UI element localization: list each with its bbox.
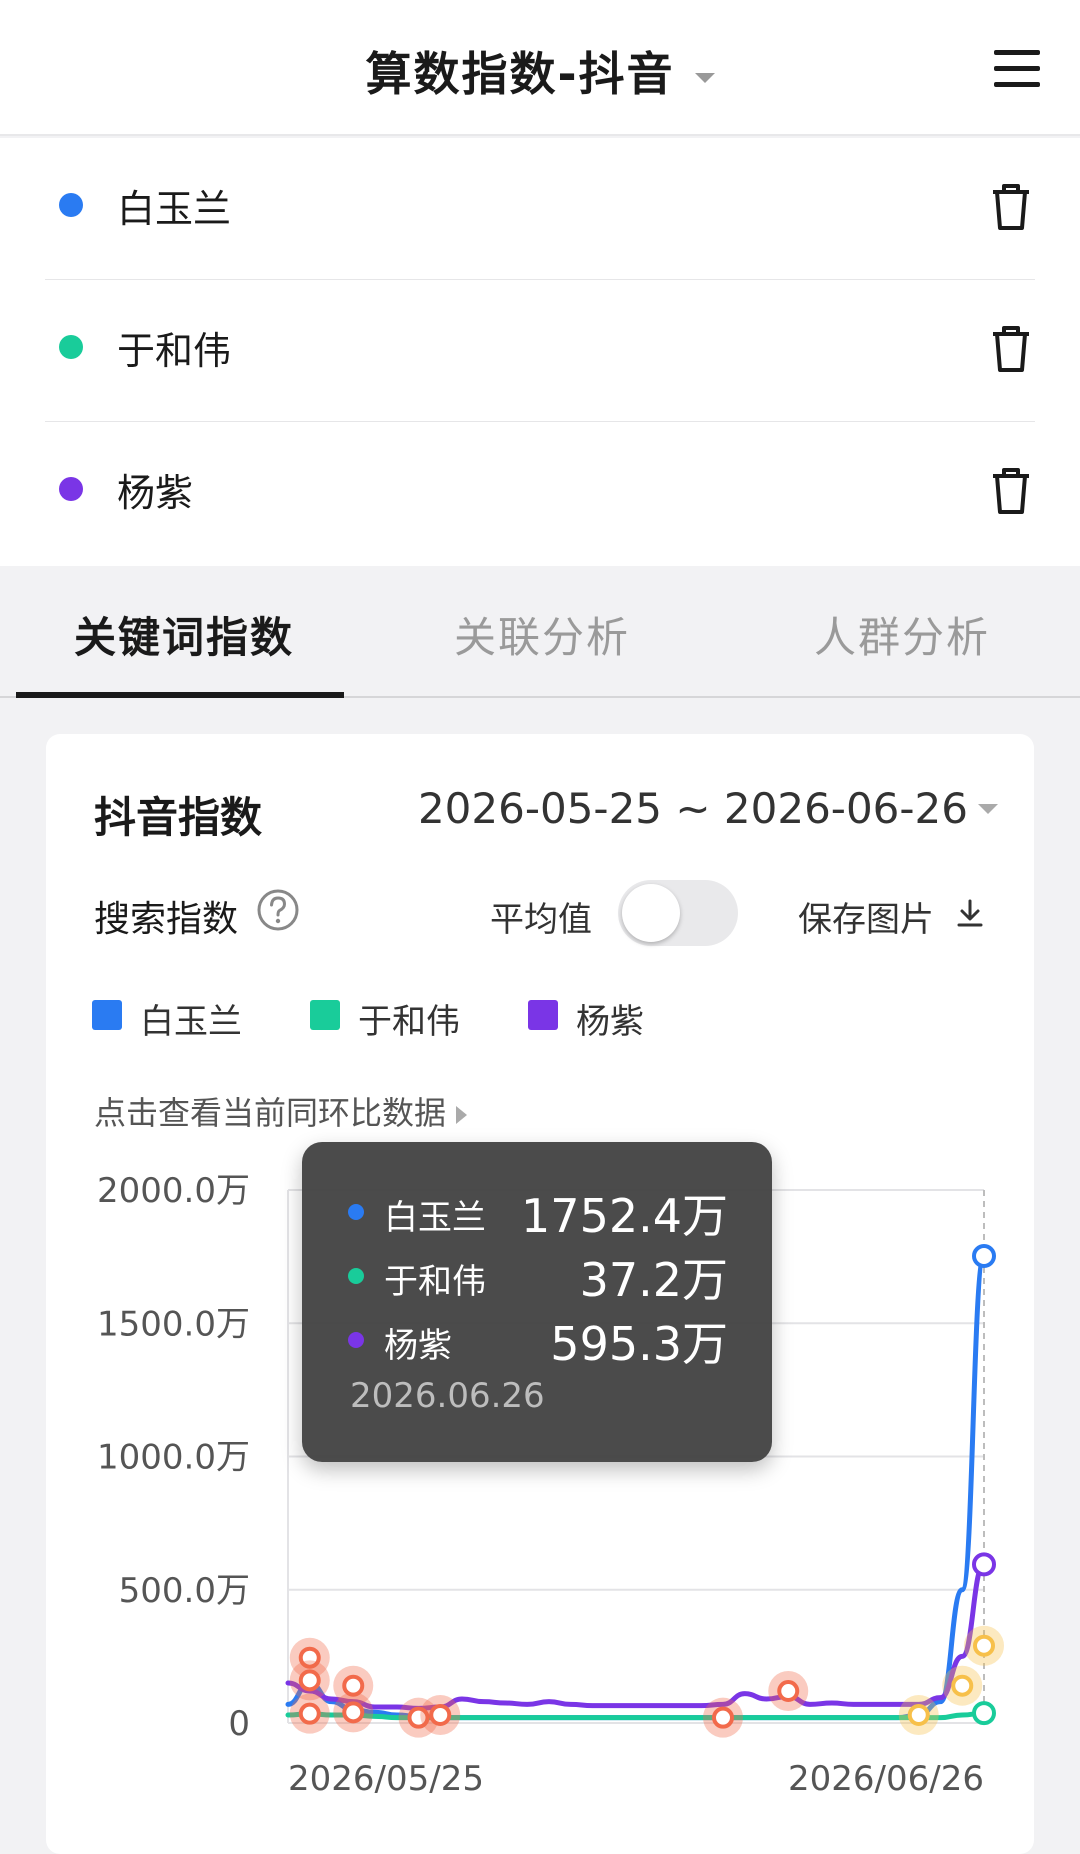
- legend-label: 白玉兰: [140, 1002, 242, 1042]
- tooltip-value: 595.3万: [550, 1317, 728, 1371]
- tooltip-row: 白玉兰 1752.4万: [348, 1180, 728, 1243]
- tooltip-series-name: 于和伟: [384, 1262, 486, 1302]
- page-title-dropdown[interactable]: 算数指数-抖音: [0, 38, 1080, 104]
- card-title: 抖音指数: [94, 793, 263, 842]
- tooltip-date: 2026.06.26: [350, 1376, 545, 1416]
- tooltip-dot: [348, 1268, 364, 1284]
- keyword-list: 白玉兰 于和伟 杨紫: [0, 138, 1080, 566]
- page-title: 算数指数-抖音: [365, 47, 675, 101]
- keyword-color-dot: [59, 335, 83, 359]
- tab-keyword-index[interactable]: 关键词指数: [74, 604, 294, 665]
- keyword-color-dot: [59, 193, 83, 217]
- tooltip-row: 于和伟 37.2万: [348, 1244, 728, 1307]
- tooltip-series-name: 杨紫: [384, 1326, 452, 1366]
- compare-data-link[interactable]: 点击查看当前同环比数据: [94, 1088, 468, 1134]
- tab-audience-analysis[interactable]: 人群分析: [814, 604, 990, 665]
- keyword-row: 白玉兰: [45, 138, 1035, 280]
- tooltip-dot: [348, 1204, 364, 1220]
- analysis-tabs: 关键词指数 关联分析 人群分析: [0, 566, 1080, 698]
- active-tab-indicator: [16, 692, 344, 698]
- tooltip-row: 杨紫 595.3万: [348, 1308, 728, 1371]
- tab-related-analysis[interactable]: 关联分析: [454, 604, 630, 665]
- tooltip-series-name: 白玉兰: [384, 1198, 486, 1238]
- keyword-row: 杨紫: [45, 422, 1035, 564]
- legend-swatch: [310, 1000, 340, 1030]
- tooltip-value: 1752.4万: [521, 1189, 728, 1243]
- keyword-label: 白玉兰: [117, 187, 232, 231]
- metric-label: 搜索指数: [94, 899, 239, 940]
- chevron-down-icon[interactable]: [978, 804, 998, 814]
- date-range-picker[interactable]: 2026-05-25 ~ 2026-06-26: [418, 784, 968, 833]
- download-icon[interactable]: [956, 898, 984, 928]
- tooltip-dot: [348, 1332, 364, 1348]
- average-label: 平均值: [490, 900, 592, 940]
- app-header: 算数指数-抖音: [0, 0, 1080, 136]
- chevron-down-icon: [694, 72, 715, 83]
- trash-icon[interactable]: [987, 322, 1035, 374]
- legend-label: 于和伟: [358, 1002, 460, 1042]
- save-image-button[interactable]: 保存图片: [798, 892, 934, 941]
- legend-swatch: [528, 1000, 558, 1030]
- menu-icon[interactable]: [994, 50, 1040, 88]
- trash-icon[interactable]: [987, 464, 1035, 516]
- tooltip-value: 37.2万: [579, 1253, 728, 1307]
- keyword-label: 于和伟: [117, 329, 232, 373]
- help-icon[interactable]: [256, 888, 300, 932]
- average-toggle[interactable]: [618, 880, 738, 946]
- compare-data-label: 点击查看当前同环比数据: [94, 1094, 447, 1132]
- trash-icon[interactable]: [987, 180, 1035, 232]
- legend-label: 杨紫: [576, 1002, 644, 1042]
- toggle-knob: [622, 884, 680, 942]
- keyword-label: 杨紫: [117, 471, 194, 515]
- keyword-color-dot: [59, 477, 83, 501]
- chevron-right-icon: [456, 1106, 468, 1124]
- legend-swatch: [92, 1000, 122, 1030]
- keyword-row: 于和伟: [45, 280, 1035, 422]
- chart-tooltip: 白玉兰 1752.4万 于和伟 37.2万 杨紫 595.3万 2026.06.…: [302, 1142, 772, 1462]
